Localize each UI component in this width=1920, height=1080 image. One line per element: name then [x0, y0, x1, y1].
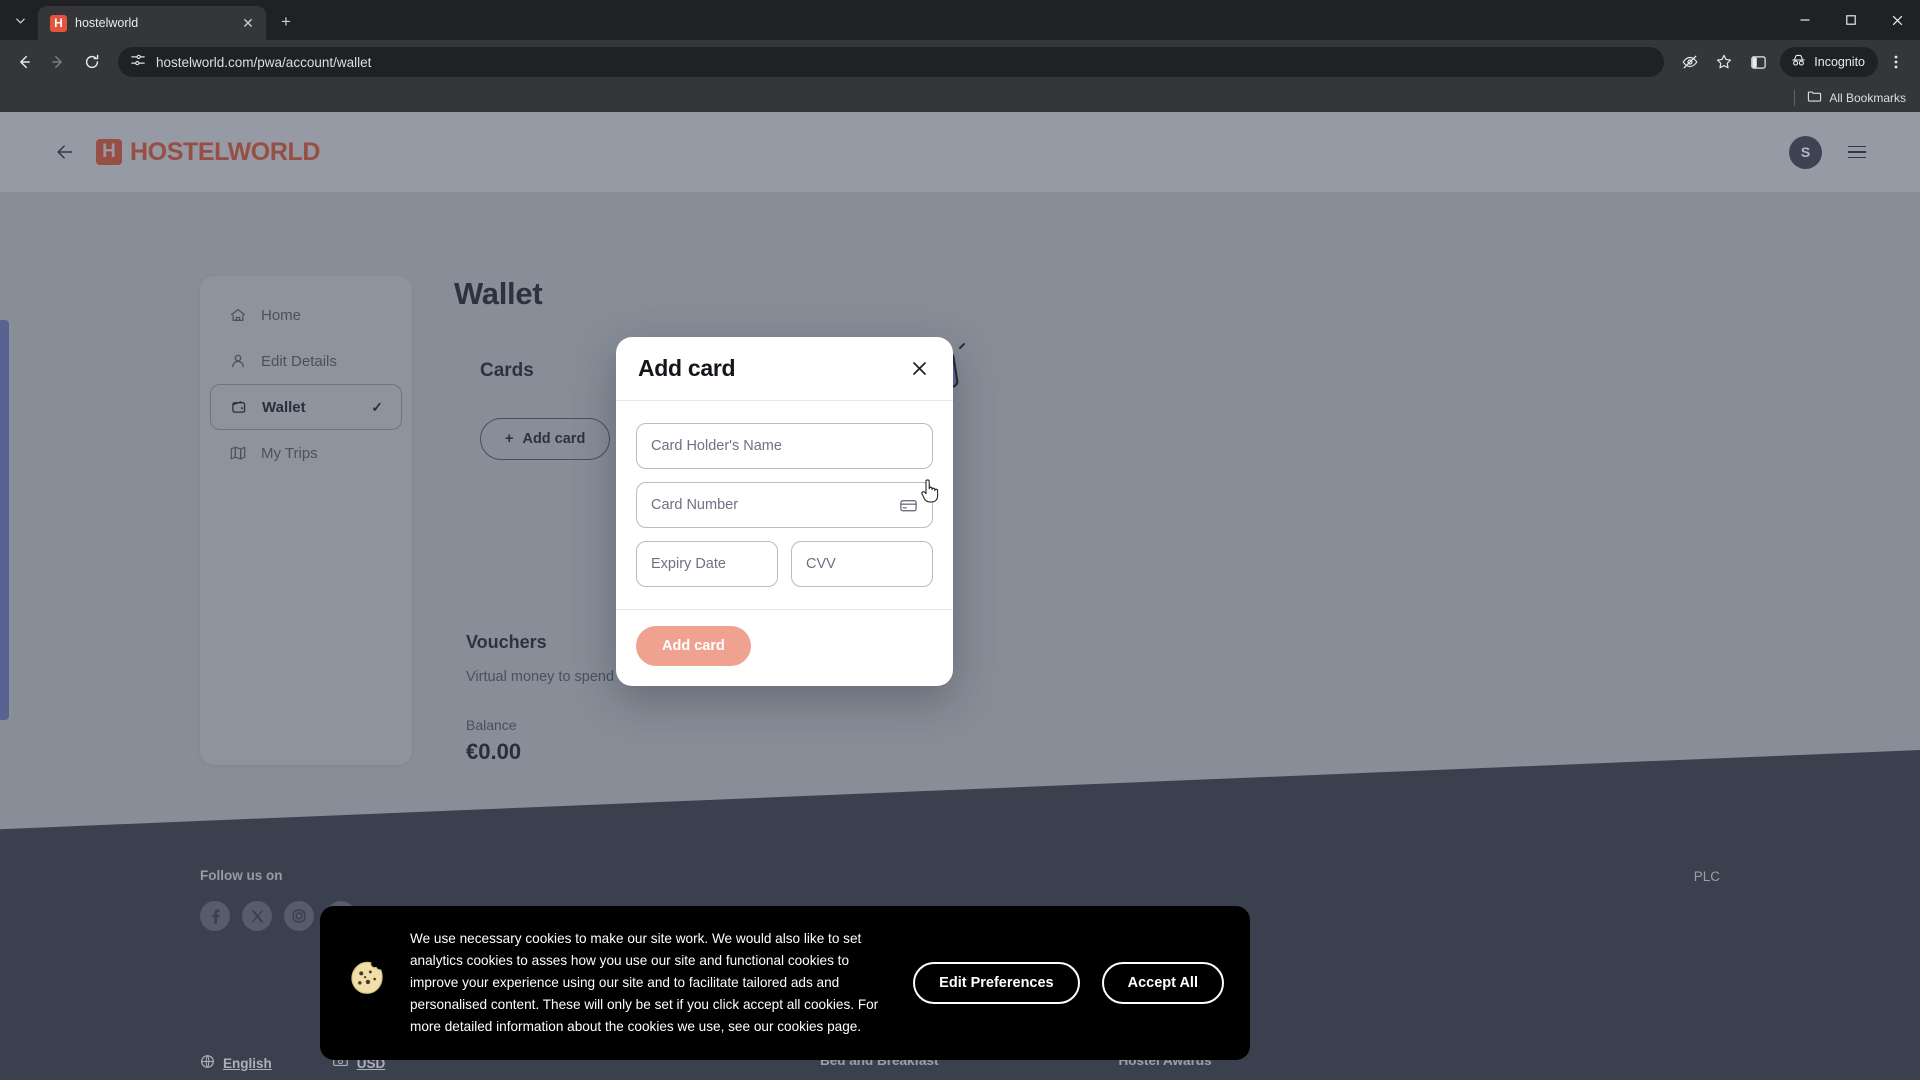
cookie-banner-actions: Edit Preferences Accept All [913, 961, 1224, 1004]
modal-body: Card Holder's Name Card Number Expiry Da… [616, 401, 953, 587]
tab-strip: H hostelworld ✕ + [0, 0, 1920, 40]
tab-search-chevron-icon[interactable] [6, 6, 34, 34]
eye-slash-icon[interactable] [1674, 46, 1706, 78]
cvv-placeholder: CVV [806, 556, 836, 572]
close-icon[interactable] [905, 355, 933, 383]
address-bar[interactable]: hostelworld.com/pwa/account/wallet [118, 47, 1665, 77]
modal-header: Add card [616, 337, 953, 401]
reload-icon[interactable] [76, 46, 108, 78]
new-tab-button[interactable]: + [272, 8, 300, 36]
mouse-cursor [920, 477, 942, 510]
expiry-cvv-row: Expiry Date CVV [636, 541, 933, 587]
edit-preferences-button[interactable]: Edit Preferences [913, 961, 1080, 1004]
minimize-icon[interactable] [1782, 0, 1828, 40]
tab-title: hostelworld [75, 16, 139, 30]
cookie-banner-text: We use necessary cookies to make our sit… [410, 930, 879, 1034]
modal-title: Add card [638, 355, 736, 381]
side-panel-icon[interactable] [1742, 46, 1774, 78]
expiry-date-field[interactable]: Expiry Date [636, 541, 778, 587]
cookie-icon [346, 959, 388, 1006]
all-bookmarks-label: All Bookmarks [1829, 91, 1906, 105]
accept-all-button[interactable]: Accept All [1101, 961, 1224, 1004]
expiry-date-placeholder: Expiry Date [651, 556, 726, 572]
url-text: hostelworld.com/pwa/account/wallet [156, 54, 372, 70]
window-controls [1782, 0, 1920, 40]
card-number-field[interactable]: Card Number [636, 482, 933, 528]
modal-footer: Add card [616, 609, 953, 686]
close-tab-icon[interactable]: ✕ [238, 13, 258, 33]
back-icon[interactable] [8, 46, 40, 78]
cvv-field[interactable]: CVV [791, 541, 933, 587]
all-bookmarks-button[interactable]: All Bookmarks [1807, 89, 1906, 107]
card-number-placeholder: Card Number [651, 497, 739, 513]
submit-add-card-button[interactable]: Add card [636, 626, 751, 666]
bookmarks-bar: All Bookmarks [0, 84, 1920, 112]
credit-card-icon [899, 496, 918, 515]
hostelworld-favicon: H [50, 14, 67, 32]
incognito-indicator[interactable]: Incognito [1780, 47, 1878, 77]
incognito-label: Incognito [1814, 55, 1865, 69]
divider [1794, 90, 1796, 106]
card-holder-name-placeholder: Card Holder's Name [651, 438, 782, 454]
folder-icon [1807, 89, 1822, 107]
cookie-consent-banner: We use necessary cookies to make our sit… [320, 905, 1250, 1060]
browser-tab[interactable]: H hostelworld ✕ [38, 6, 266, 40]
incognito-icon [1790, 52, 1807, 72]
close-window-icon[interactable] [1874, 0, 1920, 40]
three-dot-menu-icon[interactable] [1880, 46, 1912, 78]
browser-toolbar: hostelworld.com/pwa/account/wallet Incog… [0, 40, 1920, 84]
add-card-modal: Add card Card Holder's Name Card Number [616, 337, 953, 686]
card-holder-name-field[interactable]: Card Holder's Name [636, 423, 933, 469]
star-icon[interactable] [1708, 46, 1740, 78]
forward-icon [42, 46, 74, 78]
page-viewport: H HOSTELWORLD S Home Edit Details Wallet… [0, 112, 1920, 1080]
browser-window: H hostelworld ✕ + hostelworld.com/pwa/ac… [0, 0, 1920, 1080]
tune-icon[interactable] [130, 52, 146, 73]
maximize-icon[interactable] [1828, 0, 1874, 40]
